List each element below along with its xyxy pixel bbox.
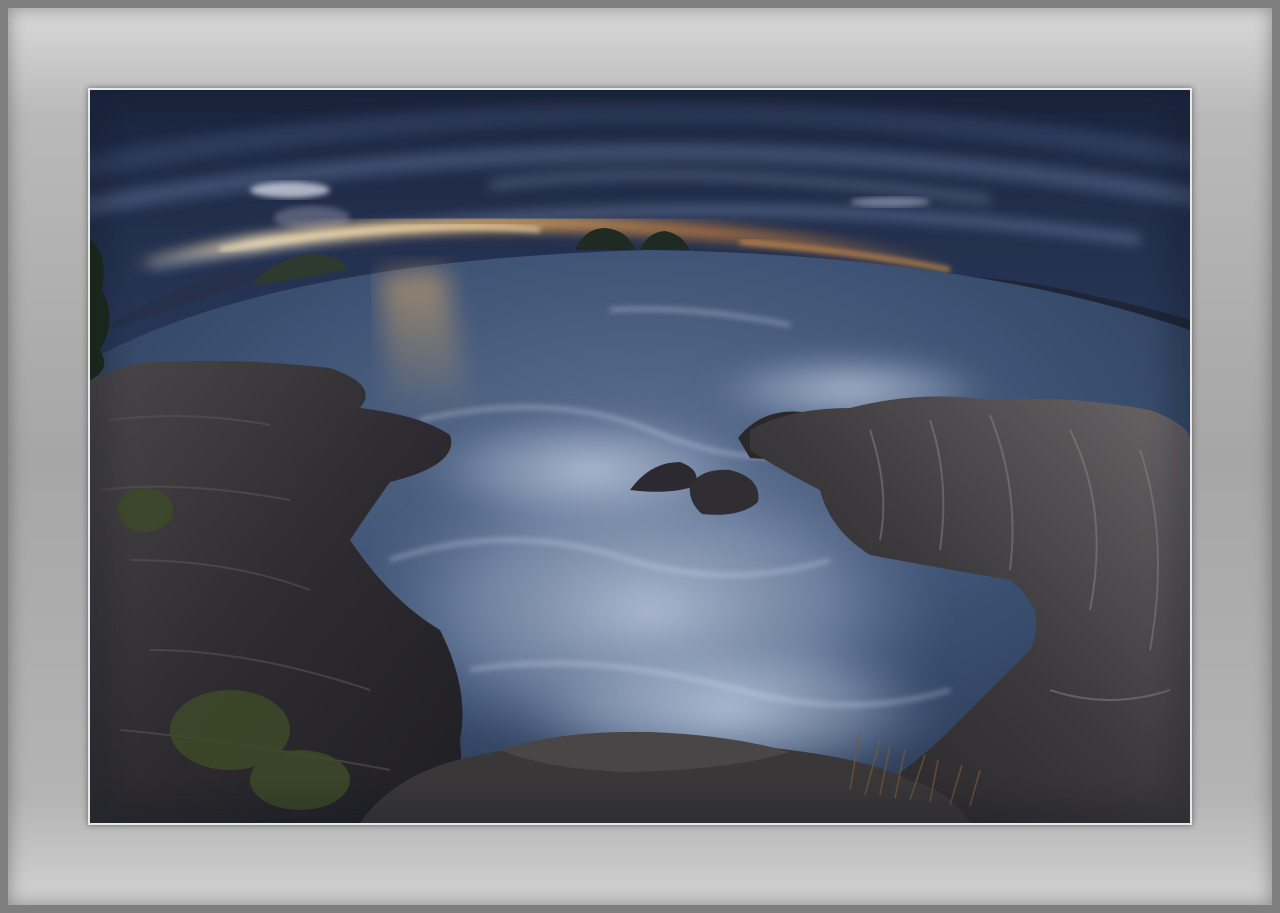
bright-cloud <box>250 182 330 198</box>
thin-cloud <box>850 197 930 207</box>
seascape-photo <box>90 90 1190 823</box>
seascape-illustration <box>90 90 1190 823</box>
